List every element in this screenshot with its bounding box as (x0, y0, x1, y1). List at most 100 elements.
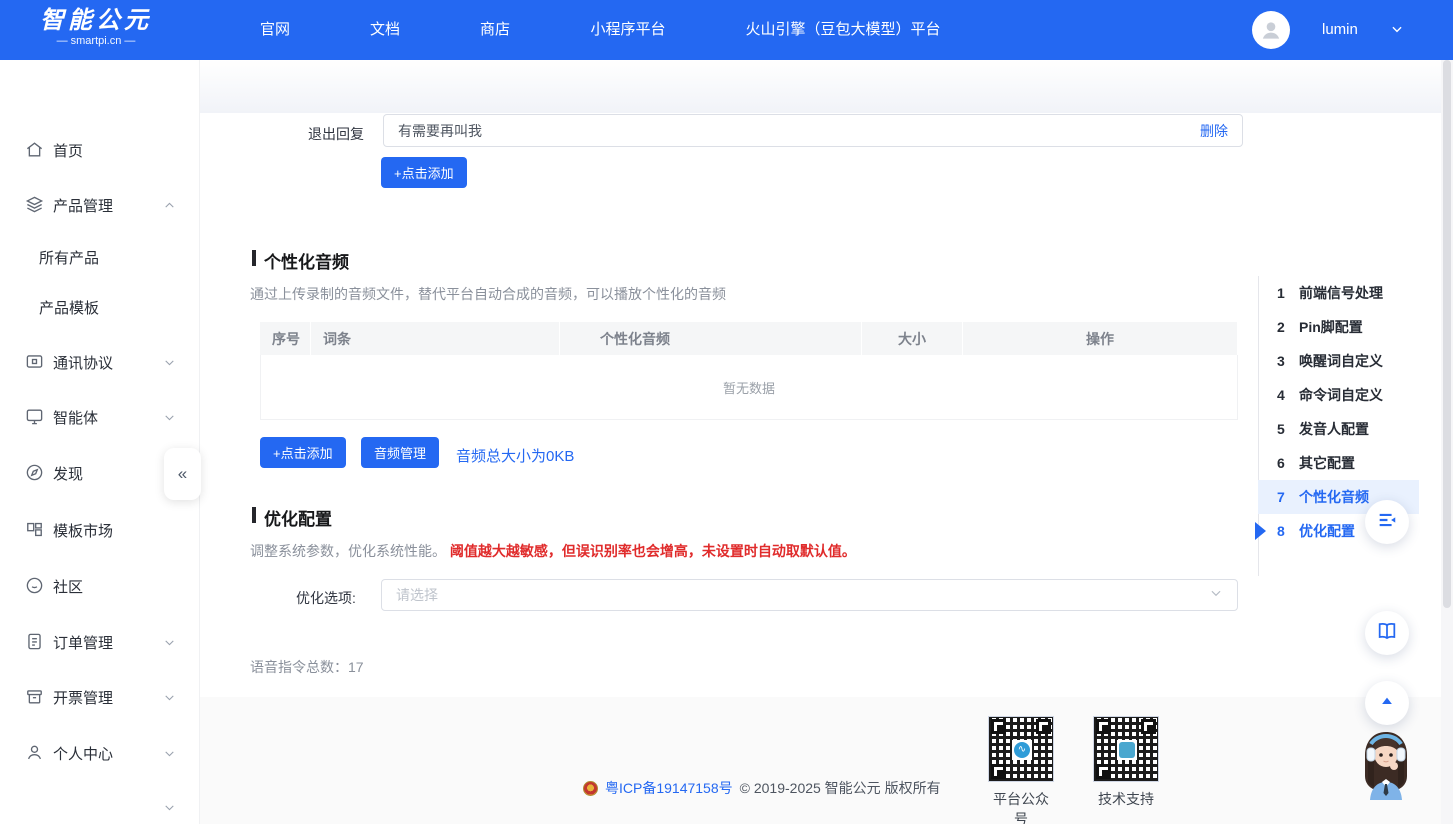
police-badge-icon (583, 781, 598, 796)
select-placeholder: 请选择 (396, 585, 1209, 605)
audio-table-empty-state: 暂无数据 (260, 355, 1238, 420)
compass-icon (25, 463, 45, 483)
footer-legal-row: 粤ICP备19147158号 © 2019-2025 智能公元 版权所有 (583, 778, 941, 798)
footer (200, 697, 1441, 824)
optimize-option-select[interactable]: 请选择 (381, 579, 1238, 611)
sidebar: 首页 产品管理 所有产品 产品模板 通讯协议 智能体 发现 模板 (0, 60, 200, 824)
empty-text: 暂无数据 (723, 378, 775, 397)
brand-title: 智能公元 (40, 8, 152, 34)
chevron-down-icon (163, 747, 176, 760)
chevron-down-icon (163, 801, 176, 814)
anchor-item-other-config[interactable]: 6其它配置 (1259, 446, 1420, 480)
anchor-current-arrow (1255, 522, 1266, 540)
exit-reply-value: 有需要再叫我 (398, 121, 1200, 141)
chevron-down-icon (163, 691, 176, 704)
qr-label: 技术支持 (1093, 789, 1159, 809)
audio-manage-button[interactable]: 音频管理 (361, 437, 439, 468)
chevron-down-icon (163, 636, 176, 649)
home-icon (25, 140, 45, 160)
order-icon (25, 632, 45, 652)
anchor-item-command-words[interactable]: 4命令词自定义 (1259, 378, 1420, 412)
sidebar-item-product-templates[interactable]: 产品模板 (0, 292, 200, 322)
sidebar-item-product-management[interactable]: 产品管理 (0, 188, 200, 222)
anchor-item-wakeword[interactable]: 3唤醒词自定义 (1259, 344, 1420, 378)
page: 智能公元 smartpi.cn 官网 文档 商店 小程序平台 火山引擎（豆包大模… (0, 0, 1453, 824)
brand-subtitle: smartpi.cn (40, 34, 152, 48)
anchor-item-frontend-signal[interactable]: 1前端信号处理 (1259, 276, 1420, 310)
docs-fab-button[interactable] (1365, 611, 1409, 655)
topbar: 智能公元 smartpi.cn 官网 文档 商店 小程序平台 火山引擎（豆包大模… (0, 0, 1453, 60)
exit-reply-label: 退出回复 (308, 124, 364, 144)
qr-tech-support: 技术支持 (1093, 716, 1159, 809)
column-header-index: 序号 (260, 322, 310, 355)
back-to-top-button[interactable] (1365, 681, 1409, 725)
sidebar-item-template-market[interactable]: 模板市场 (0, 513, 200, 547)
page-header (200, 60, 1441, 113)
sidebar-item-orders[interactable]: 订单管理 (0, 625, 200, 659)
topnav-official-site[interactable]: 官网 (260, 0, 290, 60)
threshold-warning-text: 阈值越大越敏感，但误识别率也会增高，未设置时自动取默认值。 (450, 543, 856, 559)
sidebar-item-agents[interactable]: 智能体 (0, 400, 200, 434)
topnav-miniprogram[interactable]: 小程序平台 (590, 0, 665, 60)
audio-table-header: 序号 词条 个性化音频 大小 操作 (260, 322, 1238, 355)
icp-link[interactable]: 粤ICP备19147158号 (605, 778, 733, 798)
collapse-icon: « (178, 464, 187, 484)
sidebar-item-home[interactable]: 首页 (0, 133, 200, 167)
qr-platform-account: ∿ 平台公众号 (988, 716, 1054, 824)
copyright-text: © 2019-2025 智能公元 版权所有 (740, 778, 941, 798)
qr-code-image (1093, 716, 1159, 782)
chevron-up-icon (163, 199, 176, 212)
column-header-size: 大小 (862, 322, 962, 355)
scrollbar-track[interactable] (1441, 60, 1453, 824)
monitor-icon (25, 407, 45, 427)
sidebar-item-community[interactable]: 社区 (0, 569, 200, 603)
chevron-down-icon (1209, 586, 1223, 605)
username[interactable]: lumin (1322, 0, 1358, 60)
brand-logo[interactable]: 智能公元 smartpi.cn (40, 8, 152, 48)
audio-section-description: 通过上传录制的音频文件，替代平台自动合成的音频，可以播放个性化的音频 (250, 284, 726, 304)
anchor-item-pin-config[interactable]: 2Pin脚配置 (1259, 310, 1420, 344)
person-icon (1258, 17, 1284, 43)
arrow-up-icon (1378, 692, 1396, 715)
chevron-down-icon (163, 411, 176, 424)
protocol-icon (25, 352, 45, 372)
toc-fab-button[interactable] (1365, 500, 1409, 544)
column-header-actions: 操作 (963, 322, 1237, 355)
user-avatar[interactable] (1252, 11, 1290, 49)
optimize-section-title: 优化配置 (252, 505, 332, 530)
invoice-icon (25, 687, 45, 707)
add-audio-button[interactable]: +点击添加 (260, 437, 346, 468)
column-header-term: 词条 (311, 322, 559, 355)
toc-list-icon (1376, 509, 1398, 536)
sidebar-item-protocols[interactable]: 通讯协议 (0, 345, 200, 379)
template-market-icon (25, 520, 45, 540)
assistant-mascot[interactable] (1350, 726, 1422, 809)
layers-icon (25, 195, 45, 215)
open-book-icon (1376, 620, 1398, 647)
user-menu-chevron-down-icon[interactable] (1390, 22, 1404, 41)
community-icon (25, 576, 45, 596)
column-header-audio: 个性化音频 (560, 322, 861, 355)
audio-section-title: 个性化音频 (252, 248, 349, 273)
optimize-option-label: 优化选项: (296, 588, 356, 608)
sidebar-item-extra[interactable] (0, 790, 200, 824)
audio-total-size-text: 音频总大小为0KB (456, 445, 574, 466)
topnav-docs[interactable]: 文档 (370, 0, 400, 60)
user-icon (25, 743, 45, 763)
sidebar-item-personal-center[interactable]: 个人中心 (0, 736, 200, 770)
topnav-volcengine[interactable]: 火山引擎（豆包大模型）平台 (745, 0, 940, 60)
sidebar-item-invoicing[interactable]: 开票管理 (0, 680, 200, 714)
voice-command-total: 语音指令总数：17 (250, 657, 364, 677)
anchor-item-voice-config[interactable]: 5发音人配置 (1259, 412, 1420, 446)
optimize-section-description: 调整系统参数，优化系统性能。 阈值越大越敏感，但误识别率也会增高，未设置时自动取… (250, 541, 856, 561)
chevron-down-icon (163, 356, 176, 369)
sidebar-item-all-products[interactable]: 所有产品 (0, 242, 200, 272)
exit-reply-input[interactable]: 有需要再叫我 删除 (383, 114, 1243, 147)
sidebar-collapse-button[interactable]: « (164, 448, 201, 500)
qr-label: 平台公众号 (988, 789, 1054, 824)
scrollbar-thumb[interactable] (1443, 60, 1451, 608)
qr-code-image: ∿ (988, 716, 1054, 782)
add-reply-button[interactable]: +点击添加 (381, 157, 467, 188)
topnav-store[interactable]: 商店 (480, 0, 510, 60)
delete-link[interactable]: 删除 (1200, 121, 1228, 141)
